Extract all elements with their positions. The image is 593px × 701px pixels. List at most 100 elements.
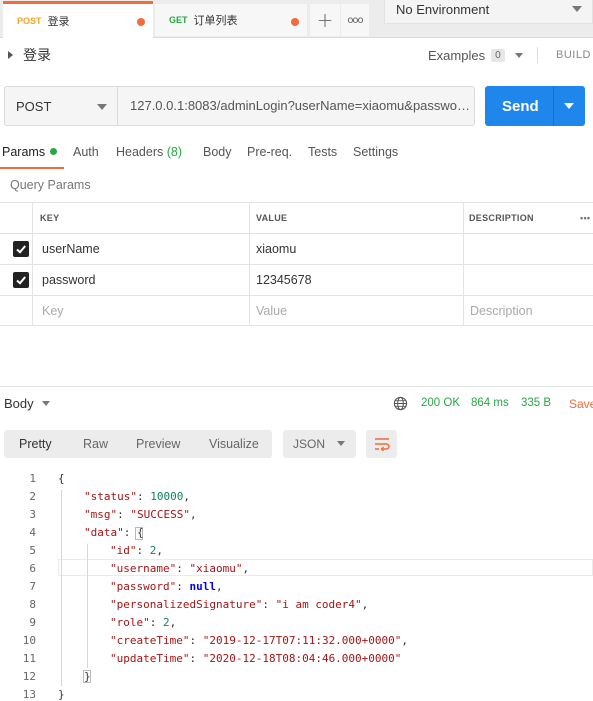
column-header-description: DESCRIPTION bbox=[469, 213, 534, 223]
table-header: KEY VALUE DESCRIPTION ••• bbox=[0, 202, 593, 233]
line-number: 12 bbox=[22, 670, 36, 683]
build-button[interactable]: BUILD bbox=[556, 49, 591, 61]
view-tab-raw[interactable]: Raw bbox=[83, 437, 108, 451]
check-icon bbox=[16, 245, 26, 254]
response-time[interactable]: 864 ms bbox=[471, 397, 509, 409]
tab-settings[interactable]: Settings bbox=[353, 145, 398, 159]
checkbox[interactable] bbox=[13, 272, 29, 288]
column-options-icon[interactable]: ••• bbox=[580, 203, 590, 233]
format-select[interactable]: JSON bbox=[283, 430, 356, 458]
line-number: 8 bbox=[29, 598, 36, 611]
code-line: "role": 2, bbox=[110, 616, 177, 629]
code-line: { bbox=[58, 472, 65, 485]
line-number: 11 bbox=[22, 652, 36, 665]
request-name[interactable]: 登录 bbox=[8, 45, 51, 65]
column-header-key: KEY bbox=[40, 213, 60, 223]
new-value-input[interactable]: Value bbox=[256, 296, 287, 325]
more-icon: ooo bbox=[347, 14, 363, 26]
code-line: "password": null, bbox=[110, 580, 223, 593]
tab-label: Settings bbox=[353, 145, 399, 159]
tab-label: 订单列表 bbox=[193, 14, 238, 27]
tab-body[interactable]: Body bbox=[203, 145, 232, 159]
globe-icon[interactable] bbox=[393, 396, 408, 411]
examples-dropdown[interactable]: Examples 0 bbox=[428, 45, 538, 65]
active-dot-icon bbox=[50, 148, 58, 155]
environment-select[interactable]: No Environment bbox=[384, 0, 593, 24]
chevron-right-icon bbox=[8, 51, 13, 59]
chevron-down-icon bbox=[97, 104, 107, 110]
line-number: 10 bbox=[22, 634, 36, 647]
active-tab-indicator bbox=[0, 167, 64, 169]
tab-label: Body bbox=[203, 145, 232, 159]
chevron-down-icon bbox=[41, 401, 50, 406]
code-line: } bbox=[58, 688, 65, 701]
response-body-select[interactable]: Body bbox=[4, 396, 50, 411]
indent-guide bbox=[61, 490, 62, 686]
method-label: POST bbox=[16, 98, 52, 114]
query-params-title: Query Params bbox=[10, 178, 91, 192]
table-row-new: Key Value Description bbox=[0, 295, 593, 326]
examples-label: Examples bbox=[428, 47, 486, 63]
checkbox[interactable] bbox=[13, 241, 29, 257]
tab-headers[interactable]: Headers (8) bbox=[116, 145, 182, 159]
tab-method: GET bbox=[169, 15, 188, 25]
tab-label: Tests bbox=[308, 145, 338, 159]
url-input[interactable]: 127.0.0.1:8083/adminLogin?userName=xiaom… bbox=[118, 86, 475, 126]
send-options-chevron-icon[interactable] bbox=[564, 103, 574, 109]
tab-login[interactable]: POST 登录 bbox=[3, 1, 153, 38]
param-value-input[interactable]: xiaomu bbox=[256, 234, 296, 264]
save-response-button[interactable]: Save bbox=[569, 397, 593, 411]
tab-auth[interactable]: Auth bbox=[73, 145, 99, 159]
view-tab-visualize[interactable]: Visualize bbox=[209, 437, 259, 451]
chevron-down-icon bbox=[572, 6, 582, 12]
column-header-value: VALUE bbox=[256, 213, 288, 223]
wrap-lines-button[interactable] bbox=[366, 430, 397, 458]
code-line: "createTime": "2019-12-17T07:11:32.000+0… bbox=[110, 634, 409, 647]
tab-label: Params bbox=[2, 145, 46, 159]
line-number: 6 bbox=[29, 562, 36, 575]
line-number: 5 bbox=[29, 544, 36, 557]
send-button[interactable]: Send bbox=[485, 86, 585, 126]
status-code[interactable]: 200 OK bbox=[421, 397, 460, 409]
line-number: 3 bbox=[29, 508, 36, 521]
plus-icon: + bbox=[316, 8, 334, 32]
line-number: 13 bbox=[22, 688, 36, 701]
new-description-input[interactable]: Description bbox=[470, 296, 533, 325]
environment-label: No Environment bbox=[396, 2, 490, 17]
tab-label: Headers bbox=[116, 145, 164, 159]
method-select[interactable]: POST bbox=[4, 86, 118, 126]
new-tab-button[interactable]: + bbox=[310, 4, 340, 36]
tab-pre-request[interactable]: Pre-req. bbox=[247, 145, 292, 159]
response-bar: Body 200 OK 864 ms 335 B Save bbox=[0, 386, 593, 420]
line-number: 1 bbox=[29, 472, 36, 485]
param-key-input[interactable]: userName bbox=[42, 234, 100, 264]
code-line: "personalizedSignature": "i am coder4", bbox=[110, 598, 369, 611]
view-mode-tabs: Pretty Raw Preview Visualize bbox=[4, 430, 272, 458]
new-key-input[interactable]: Key bbox=[42, 296, 64, 325]
code-line: "data": { bbox=[84, 526, 144, 539]
unsaved-dot-icon bbox=[291, 18, 299, 26]
tab-order-list[interactable]: GET 订单列表 bbox=[155, 4, 307, 36]
line-number: 2 bbox=[29, 490, 36, 503]
divider bbox=[553, 86, 554, 126]
param-value-input[interactable]: 12345678 bbox=[256, 265, 312, 295]
view-tab-pretty[interactable]: Pretty bbox=[19, 437, 52, 451]
code-line: "status": 10000, bbox=[84, 490, 190, 503]
line-number: 7 bbox=[29, 580, 36, 593]
response-size[interactable]: 335 B bbox=[521, 397, 551, 409]
tab-tests[interactable]: Tests bbox=[308, 145, 337, 159]
line-number: 4 bbox=[29, 526, 36, 539]
tab-params[interactable]: Params bbox=[2, 145, 58, 159]
tab-label: Auth bbox=[73, 145, 99, 159]
tab-label: 登录 bbox=[47, 15, 70, 28]
chevron-down-icon bbox=[337, 441, 345, 446]
check-icon bbox=[16, 276, 26, 285]
more-tabs-button[interactable]: ooo bbox=[341, 4, 369, 36]
view-tab-preview[interactable]: Preview bbox=[136, 437, 180, 451]
examples-count-badge: 0 bbox=[491, 48, 505, 62]
code-line: "username": "xiaomu", bbox=[110, 562, 250, 575]
indent-guide bbox=[87, 544, 88, 668]
param-key-input[interactable]: password bbox=[42, 265, 96, 295]
code-line: "msg": "SUCCESS", bbox=[84, 508, 197, 521]
chevron-down-icon bbox=[514, 52, 523, 58]
